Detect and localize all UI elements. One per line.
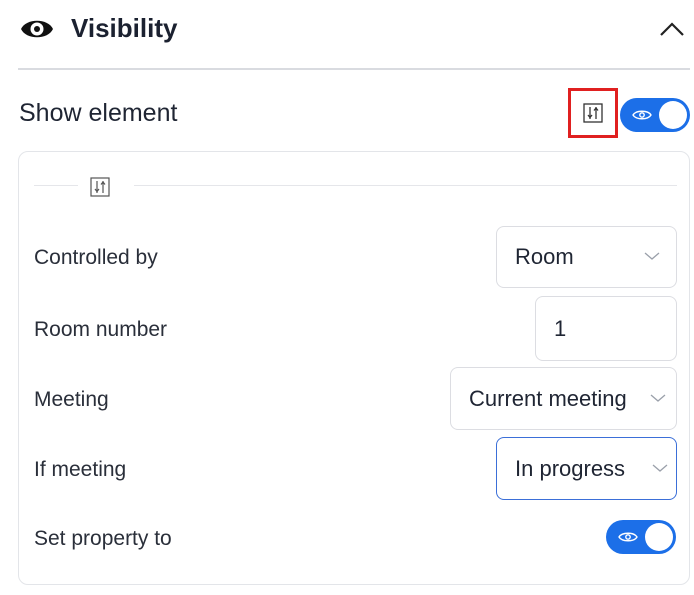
chevron-down-icon [652, 464, 668, 472]
eye-icon [632, 110, 652, 120]
section-divider [18, 68, 690, 70]
set-property-label: Set property to [34, 527, 172, 550]
room-number-label: Room number [34, 318, 168, 341]
meeting-label: Meeting [34, 388, 109, 411]
eye-icon [618, 532, 638, 542]
visibility-section-header[interactable]: Visibility [0, 0, 694, 70]
room-number-value: 1 [554, 315, 567, 341]
meeting-select[interactable]: Current meeting [450, 367, 677, 430]
controlled-by-select[interactable]: Room [496, 226, 677, 288]
if-meeting-select[interactable]: In progress [496, 437, 677, 500]
show-element-toggle[interactable] [620, 98, 690, 132]
meeting-value: Current meeting [469, 385, 627, 411]
sliders-icon [583, 103, 603, 123]
card-divider [134, 185, 677, 186]
chevron-down-icon [644, 252, 660, 260]
if-meeting-label: If meeting [34, 458, 127, 481]
room-number-input[interactable]: 1 [535, 296, 677, 361]
visibility-rule-card: Controlled by Room Room number 1 Meeting… [18, 151, 690, 585]
toggle-knob [659, 101, 687, 129]
toggle-knob [645, 523, 673, 551]
controlled-by-label: Controlled by [34, 246, 158, 269]
eye-icon [21, 20, 53, 38]
chevron-up-icon[interactable] [658, 20, 686, 38]
card-divider [34, 185, 78, 186]
show-element-label: Show element [19, 99, 178, 127]
visibility-settings-button[interactable] [568, 88, 618, 138]
section-title: Visibility [71, 13, 178, 43]
sliders-icon [90, 177, 110, 197]
set-property-toggle[interactable] [606, 520, 676, 554]
if-meeting-value: In progress [515, 455, 626, 481]
chevron-down-icon [650, 394, 666, 402]
controlled-by-value: Room [515, 244, 574, 269]
